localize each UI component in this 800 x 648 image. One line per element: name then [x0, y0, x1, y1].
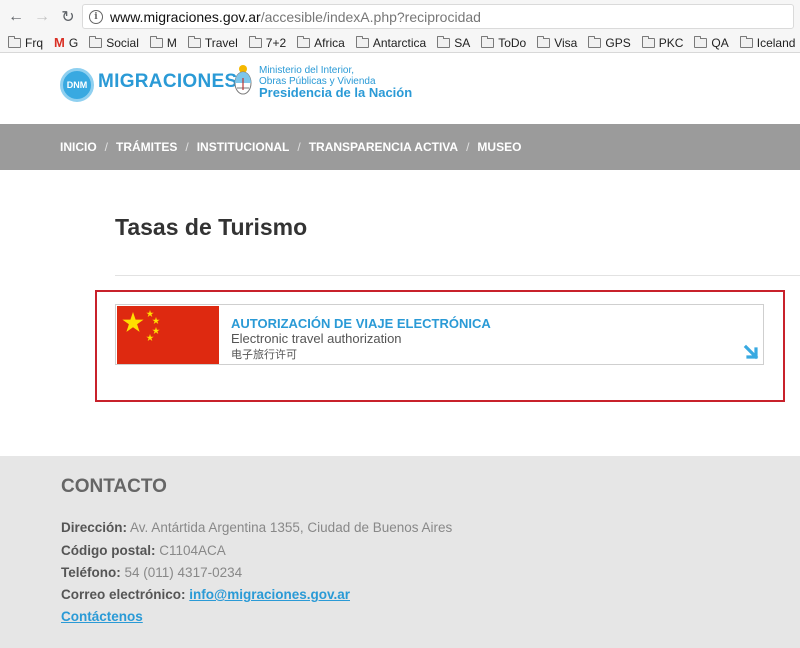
main-nav: INICIO / TRÁMITES / INSTITUCIONAL / TRAN…	[0, 124, 800, 170]
bookmark-gmail[interactable]: MG	[54, 35, 78, 50]
presidencia-text: Presidencia de la Nación	[259, 85, 413, 100]
arrow-down-right-icon[interactable]	[743, 344, 761, 362]
contact-telefono: Teléfono: 54 (011) 4317-0234	[61, 565, 243, 580]
nav-separator: /	[104, 140, 109, 154]
eta-card-link[interactable]: AUTORIZACIÓN DE VIAJE ELECTRÓNICA Electr…	[115, 304, 764, 365]
eta-title: AUTORIZACIÓN DE VIAJE ELECTRÓNICA	[231, 316, 491, 331]
folder-icon	[437, 35, 451, 48]
folder-icon	[297, 35, 311, 48]
nav-museo[interactable]: MUSEO	[477, 140, 521, 154]
nav-inicio[interactable]: INICIO	[60, 140, 97, 154]
folder-icon	[187, 35, 201, 48]
eta-subtitle-zh: 电子旅行许可	[231, 349, 297, 361]
folder-icon	[355, 35, 369, 48]
bookmark-frq[interactable]: Frq	[8, 35, 43, 50]
bookmarks-bar: Frq MG Social M Travel 7+2 Africa Antarc…	[0, 33, 800, 53]
folder-icon	[481, 35, 495, 48]
bookmark-gps[interactable]: GPS	[588, 35, 631, 50]
bookmark-sa[interactable]: SA	[437, 35, 470, 50]
folder-icon	[588, 35, 602, 48]
china-flag-icon	[117, 306, 219, 364]
info-icon[interactable]: i	[89, 9, 103, 24]
dnm-logo[interactable]: DNM	[60, 68, 94, 102]
folder-icon	[8, 35, 21, 48]
bookmark-7plus2[interactable]: 7+2	[248, 35, 286, 50]
contact-correo: Correo electrónico: info@migraciones.gov…	[61, 587, 350, 602]
bookmark-africa[interactable]: Africa	[297, 35, 345, 50]
bookmark-qa[interactable]: QA	[694, 35, 729, 50]
site-header: DNM MIGRACIONES Ministerio del Interior,…	[0, 54, 800, 124]
folder-icon	[739, 35, 753, 48]
gmail-icon: M	[54, 35, 65, 50]
bookmark-m[interactable]: M	[149, 35, 177, 50]
nav-transparencia-activa[interactable]: TRANSPARENCIA ACTIVA	[309, 140, 458, 154]
bookmark-visa[interactable]: Visa	[537, 35, 577, 50]
eta-subtitle-en: Electronic travel authorization	[231, 331, 402, 346]
contact-codigo-postal: Código postal: C1104ACA	[61, 543, 226, 558]
folder-icon	[89, 35, 103, 48]
contactenos-row: Contáctenos	[61, 609, 143, 624]
contactenos-link[interactable]: Contáctenos	[61, 609, 143, 624]
bookmark-pkc[interactable]: PKC	[641, 35, 683, 50]
bookmark-todo[interactable]: ToDo	[481, 35, 526, 50]
nav-separator: /	[185, 140, 189, 154]
contact-direccion: Dirección: Av. Antártida Argentina 1355,…	[61, 520, 453, 535]
nav-tramites[interactable]: TRÁMITES	[116, 140, 177, 154]
address-bar[interactable]: i www.migraciones.gov.ar/accesible/index…	[82, 4, 794, 29]
nav-separator: /	[466, 140, 470, 154]
folder-icon	[248, 35, 262, 48]
back-icon[interactable]: ←	[6, 7, 26, 27]
footer: CONTACTO Dirección: Av. Antártida Argent…	[0, 456, 800, 648]
bookmark-antarctica[interactable]: Antarctica	[355, 35, 426, 50]
reload-icon[interactable]: ↻	[58, 7, 78, 27]
coat-of-arms-icon	[234, 65, 252, 95]
divider	[115, 275, 800, 276]
nav-institucional[interactable]: INSTITUCIONAL	[197, 140, 290, 154]
migraciones-logo-text[interactable]: MIGRACIONES	[98, 71, 237, 93]
url-domain: www.migraciones.gov.ar	[110, 8, 261, 25]
bookmark-travel[interactable]: Travel	[187, 35, 238, 50]
folder-icon	[537, 35, 551, 48]
url-path: /accesible/indexA.php?reciprocidad	[260, 8, 481, 25]
forward-icon[interactable]: →	[32, 7, 52, 27]
nav-separator: /	[297, 140, 301, 154]
folder-icon	[694, 35, 708, 48]
bookmark-social[interactable]: Social	[89, 35, 139, 50]
folder-icon	[149, 35, 163, 48]
bookmark-iceland[interactable]: Iceland	[739, 35, 795, 50]
browser-toolbar: ← → ↻ i www.migraciones.gov.ar/accesible…	[0, 0, 800, 33]
email-link[interactable]: info@migraciones.gov.ar	[189, 587, 350, 602]
contact-title: CONTACTO	[61, 476, 167, 497]
page-title: Tasas de Turismo	[115, 214, 308, 240]
ministerio-text: Ministerio del Interior, Obras Públicas …	[259, 65, 376, 87]
folder-icon	[641, 35, 655, 48]
